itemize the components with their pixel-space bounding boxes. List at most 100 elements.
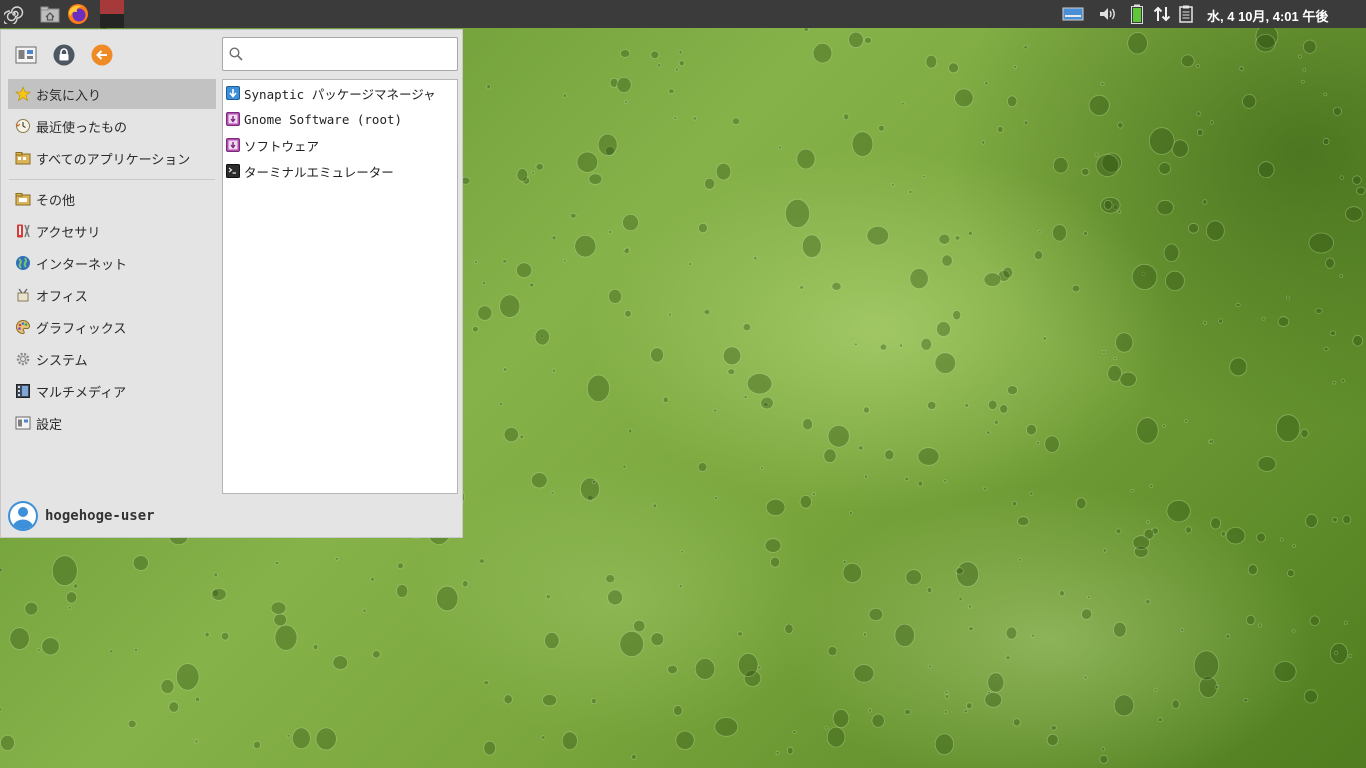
workspace-switcher-icon[interactable]	[100, 0, 124, 28]
raindrop	[534, 328, 550, 346]
raindrop	[1117, 121, 1124, 129]
raindrop	[968, 604, 973, 609]
raindrop	[1303, 689, 1318, 704]
raindrop	[812, 492, 816, 497]
category-other[interactable]: その他	[8, 184, 216, 214]
app-software[interactable]: ソフトウェア	[224, 133, 456, 157]
raindrop	[1005, 655, 1011, 660]
raindrop	[680, 549, 684, 554]
raindrop	[1343, 620, 1348, 625]
raindrop	[168, 701, 180, 713]
raindrop	[1012, 718, 1021, 727]
raindrop	[1220, 531, 1226, 537]
category-label: グラフィックス	[36, 321, 127, 337]
category-label: システム	[36, 353, 88, 369]
raindrop	[678, 50, 683, 55]
network-updown-icon[interactable]	[1151, 3, 1173, 25]
category-system[interactable]: システム	[8, 344, 216, 374]
raindrop	[1023, 45, 1028, 50]
category-separator	[9, 179, 215, 180]
raindrop	[607, 589, 623, 606]
raindrop	[1339, 175, 1344, 181]
raindrop	[65, 591, 78, 604]
raindrop	[842, 562, 863, 583]
raindrop	[864, 474, 868, 479]
category-accessories[interactable]: アクセサリ	[8, 216, 216, 246]
raindrop	[675, 730, 695, 750]
raindrop	[545, 594, 551, 599]
raindrop	[925, 54, 938, 69]
raindrop	[1052, 224, 1068, 242]
app-synaptic[interactable]: Synaptic パッケージマネージャ	[224, 81, 456, 105]
category-recent[interactable]: 最近使ったもの	[8, 111, 216, 141]
category-graphics[interactable]: グラフィックス	[8, 312, 216, 342]
spiral-menu-icon[interactable]	[2, 3, 26, 25]
search-input[interactable]	[247, 44, 451, 66]
category-settings[interactable]: 設定	[8, 408, 216, 438]
raindrop	[650, 632, 665, 647]
category-office[interactable]: オフィス	[8, 280, 216, 310]
category-multimedia[interactable]: マルチメディア	[8, 376, 216, 406]
app-gnome-software-root[interactable]: Gnome Software (root)	[224, 107, 456, 131]
raindrop	[503, 367, 508, 372]
raindrop	[1185, 526, 1192, 534]
raindrop	[274, 561, 280, 566]
raindrop	[1081, 167, 1090, 176]
raindrop	[905, 569, 922, 586]
raindrop	[1208, 439, 1212, 444]
raindrop	[1023, 120, 1029, 126]
raindrop	[879, 343, 888, 351]
category-favorites[interactable]: お気に入り	[8, 79, 216, 109]
battery-icon[interactable]	[1127, 3, 1147, 25]
raindrop	[472, 326, 479, 333]
raindrop	[982, 486, 988, 491]
clipboard-icon[interactable]	[1176, 3, 1196, 25]
raindrop	[1115, 332, 1134, 353]
raindrop	[987, 672, 1005, 693]
terminal-icon	[226, 164, 240, 178]
raindrop	[1193, 650, 1220, 681]
raindrop	[332, 655, 349, 670]
category-all-applications[interactable]: すべてのアプリケーション	[8, 143, 216, 173]
raindrop	[823, 448, 837, 464]
raindrop	[530, 472, 548, 489]
raindrop	[1162, 424, 1166, 428]
category-internet[interactable]: インターネット	[8, 248, 216, 278]
raindrop	[576, 151, 599, 173]
raindrop	[1071, 284, 1081, 293]
raindrop	[760, 396, 774, 410]
user-account[interactable]: hogehoge-user	[7, 500, 155, 532]
raindrop	[662, 396, 669, 404]
log-out-button[interactable]	[91, 44, 113, 66]
raindrop	[954, 235, 961, 241]
keyboard-icon[interactable]	[1061, 3, 1085, 25]
search-field[interactable]	[222, 37, 458, 71]
raindrop	[1210, 517, 1221, 530]
raindrop	[160, 679, 175, 694]
lock-screen-button[interactable]	[53, 44, 75, 66]
raindrop	[67, 605, 72, 610]
app-terminal-emulator[interactable]: ターミナルエミュレーター	[224, 159, 456, 183]
raindrop	[1203, 320, 1208, 325]
raindrop	[920, 337, 933, 351]
system-gear-icon	[16, 352, 30, 366]
home-folder-icon[interactable]	[38, 3, 62, 25]
raindrop	[926, 586, 933, 594]
all-apps-folder-icon	[15, 152, 31, 165]
raindrop	[678, 60, 685, 67]
raindrop	[1026, 424, 1037, 436]
raindrop	[904, 709, 911, 716]
raindrop	[1136, 417, 1159, 444]
raindrop	[848, 31, 864, 48]
settings-manager-button[interactable]	[15, 44, 37, 66]
raindrop	[175, 663, 200, 691]
raindrop	[1202, 199, 1208, 205]
clock[interactable]: 水, 4 10月, 4:01 午後	[1207, 6, 1328, 25]
firefox-icon[interactable]	[66, 3, 90, 25]
raindrop	[832, 709, 850, 729]
raindrop	[921, 175, 926, 179]
volume-icon[interactable]	[1097, 3, 1119, 25]
raindrop	[863, 406, 870, 414]
raindrop	[1287, 569, 1295, 578]
raindrop	[1188, 222, 1200, 234]
